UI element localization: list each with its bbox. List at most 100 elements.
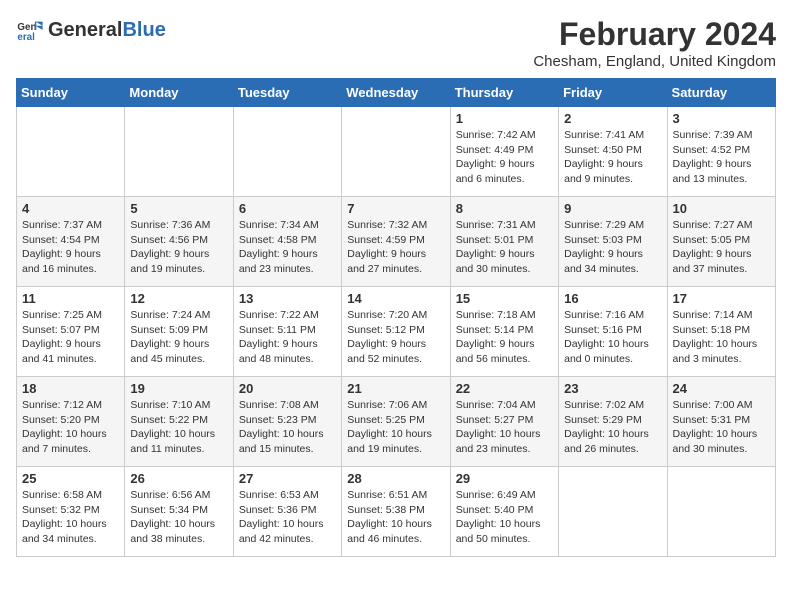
day-number: 8 xyxy=(456,201,553,216)
calendar-cell: 5 Sunrise: 7:36 AM Sunset: 4:56 PM Daylig… xyxy=(125,197,233,287)
week-row-4: 25 Sunrise: 6:58 AM Sunset: 5:32 PM Dayli… xyxy=(17,467,776,557)
calendar-cell: 1Sunrise: 7:42 AM Sunset: 4:49 PM Daylig… xyxy=(450,107,558,197)
calendar-cell: 9 Sunrise: 7:29 AM Sunset: 5:03 PM Daylig… xyxy=(559,197,667,287)
day-info: Sunrise: 6:49 AM Sunset: 5:40 PM Dayligh… xyxy=(456,488,553,547)
day-info: Sunrise: 6:58 AM Sunset: 5:32 PM Dayligh… xyxy=(22,488,119,547)
col-header-thursday: Thursday xyxy=(450,79,558,107)
calendar-cell: 27 Sunrise: 6:53 AM Sunset: 5:36 PM Dayli… xyxy=(233,467,341,557)
day-info: Sunrise: 7:39 AM Sunset: 4:52 PM Dayligh… xyxy=(673,128,770,187)
day-number: 25 xyxy=(22,471,119,486)
col-header-saturday: Saturday xyxy=(667,79,775,107)
day-info: Sunrise: 7:02 AM Sunset: 5:29 PM Dayligh… xyxy=(564,398,661,457)
calendar-cell: 15 Sunrise: 7:18 AM Sunset: 5:14 PM Dayli… xyxy=(450,287,558,377)
calendar-cell xyxy=(559,467,667,557)
calendar-cell: 24 Sunrise: 7:00 AM Sunset: 5:31 PM Dayli… xyxy=(667,377,775,467)
col-header-sunday: Sunday xyxy=(17,79,125,107)
calendar-cell: 28Sunrise: 6:51 AM Sunset: 5:38 PM Dayli… xyxy=(342,467,450,557)
day-info: Sunrise: 7:04 AM Sunset: 5:27 PM Dayligh… xyxy=(456,398,553,457)
day-info: Sunrise: 6:53 AM Sunset: 5:36 PM Dayligh… xyxy=(239,488,336,547)
calendar-table: SundayMondayTuesdayWednesdayThursdayFrid… xyxy=(16,78,776,557)
day-info: Sunrise: 7:16 AM Sunset: 5:16 PM Dayligh… xyxy=(564,308,661,367)
col-header-friday: Friday xyxy=(559,79,667,107)
day-info: Sunrise: 7:00 AM Sunset: 5:31 PM Dayligh… xyxy=(673,398,770,457)
day-number: 22 xyxy=(456,381,553,396)
day-number: 17 xyxy=(673,291,770,306)
calendar-cell: 25 Sunrise: 6:58 AM Sunset: 5:32 PM Dayli… xyxy=(17,467,125,557)
day-number: 20 xyxy=(239,381,336,396)
calendar-cell: 12 Sunrise: 7:24 AM Sunset: 5:09 PM Dayli… xyxy=(125,287,233,377)
day-info: Sunrise: 7:24 AM Sunset: 5:09 PM Dayligh… xyxy=(130,308,227,367)
calendar-cell xyxy=(17,107,125,197)
day-info: Sunrise: 7:18 AM Sunset: 5:14 PM Dayligh… xyxy=(456,308,553,367)
day-info: Sunrise: 7:14 AM Sunset: 5:18 PM Dayligh… xyxy=(673,308,770,367)
day-info: Sunrise: 7:31 AM Sunset: 5:01 PM Dayligh… xyxy=(456,218,553,277)
week-row-2: 11Sunrise: 7:25 AM Sunset: 5:07 PM Dayli… xyxy=(17,287,776,377)
calendar-cell: 6 Sunrise: 7:34 AM Sunset: 4:58 PM Daylig… xyxy=(233,197,341,287)
day-info: Sunrise: 7:27 AM Sunset: 5:05 PM Dayligh… xyxy=(673,218,770,277)
day-number: 24 xyxy=(673,381,770,396)
month-year: February 2024 xyxy=(533,16,776,53)
day-number: 5 xyxy=(130,201,227,216)
day-info: Sunrise: 7:06 AM Sunset: 5:25 PM Dayligh… xyxy=(347,398,444,457)
day-info: Sunrise: 7:22 AM Sunset: 5:11 PM Dayligh… xyxy=(239,308,336,367)
col-header-monday: Monday xyxy=(125,79,233,107)
day-info: Sunrise: 7:32 AM Sunset: 4:59 PM Dayligh… xyxy=(347,218,444,277)
logo-icon: Gen eral xyxy=(16,16,44,44)
header-row: SundayMondayTuesdayWednesdayThursdayFrid… xyxy=(17,79,776,107)
day-number: 1 xyxy=(456,111,553,126)
calendar-cell: 10 Sunrise: 7:27 AM Sunset: 5:05 PM Dayli… xyxy=(667,197,775,287)
day-info: Sunrise: 7:34 AM Sunset: 4:58 PM Dayligh… xyxy=(239,218,336,277)
week-row-0: 1Sunrise: 7:42 AM Sunset: 4:49 PM Daylig… xyxy=(17,107,776,197)
calendar-cell: 7Sunrise: 7:32 AM Sunset: 4:59 PM Daylig… xyxy=(342,197,450,287)
calendar-cell: 11Sunrise: 7:25 AM Sunset: 5:07 PM Dayli… xyxy=(17,287,125,377)
day-number: 27 xyxy=(239,471,336,486)
day-number: 3 xyxy=(673,111,770,126)
calendar-cell: 23 Sunrise: 7:02 AM Sunset: 5:29 PM Dayli… xyxy=(559,377,667,467)
calendar-cell: 3 Sunrise: 7:39 AM Sunset: 4:52 PM Daylig… xyxy=(667,107,775,197)
day-info: Sunrise: 6:56 AM Sunset: 5:34 PM Dayligh… xyxy=(130,488,227,547)
day-number: 13 xyxy=(239,291,336,306)
calendar-cell: 4 Sunrise: 7:37 AM Sunset: 4:54 PM Daylig… xyxy=(17,197,125,287)
day-info: Sunrise: 7:37 AM Sunset: 4:54 PM Dayligh… xyxy=(22,218,119,277)
day-info: Sunrise: 7:20 AM Sunset: 5:12 PM Dayligh… xyxy=(347,308,444,367)
col-header-tuesday: Tuesday xyxy=(233,79,341,107)
day-number: 19 xyxy=(130,381,227,396)
day-info: Sunrise: 7:36 AM Sunset: 4:56 PM Dayligh… xyxy=(130,218,227,277)
calendar-cell: 13 Sunrise: 7:22 AM Sunset: 5:11 PM Dayli… xyxy=(233,287,341,377)
calendar-cell: 22 Sunrise: 7:04 AM Sunset: 5:27 PM Dayli… xyxy=(450,377,558,467)
calendar-cell xyxy=(125,107,233,197)
day-number: 10 xyxy=(673,201,770,216)
calendar-cell: 19 Sunrise: 7:10 AM Sunset: 5:22 PM Dayli… xyxy=(125,377,233,467)
day-number: 12 xyxy=(130,291,227,306)
calendar-cell xyxy=(342,107,450,197)
day-number: 15 xyxy=(456,291,553,306)
calendar-cell xyxy=(233,107,341,197)
day-number: 9 xyxy=(564,201,661,216)
day-info: Sunrise: 7:29 AM Sunset: 5:03 PM Dayligh… xyxy=(564,218,661,277)
day-number: 23 xyxy=(564,381,661,396)
calendar-cell: 18Sunrise: 7:12 AM Sunset: 5:20 PM Dayli… xyxy=(17,377,125,467)
day-info: Sunrise: 7:10 AM Sunset: 5:22 PM Dayligh… xyxy=(130,398,227,457)
location: Chesham, England, United Kingdom xyxy=(533,53,776,70)
calendar-cell: 2 Sunrise: 7:41 AM Sunset: 4:50 PM Daylig… xyxy=(559,107,667,197)
calendar-cell xyxy=(667,467,775,557)
day-number: 26 xyxy=(130,471,227,486)
day-number: 18 xyxy=(22,381,119,396)
day-number: 16 xyxy=(564,291,661,306)
day-number: 29 xyxy=(456,471,553,486)
day-number: 28 xyxy=(347,471,444,486)
calendar-cell: 16 Sunrise: 7:16 AM Sunset: 5:16 PM Dayli… xyxy=(559,287,667,377)
day-number: 2 xyxy=(564,111,661,126)
calendar-cell: 17 Sunrise: 7:14 AM Sunset: 5:18 PM Dayli… xyxy=(667,287,775,377)
week-row-1: 4 Sunrise: 7:37 AM Sunset: 4:54 PM Daylig… xyxy=(17,197,776,287)
logo: Gen eral GeneralBlue xyxy=(16,16,166,44)
day-number: 4 xyxy=(22,201,119,216)
week-row-3: 18Sunrise: 7:12 AM Sunset: 5:20 PM Dayli… xyxy=(17,377,776,467)
day-number: 14 xyxy=(347,291,444,306)
day-number: 6 xyxy=(239,201,336,216)
calendar-cell: 26 Sunrise: 6:56 AM Sunset: 5:34 PM Dayli… xyxy=(125,467,233,557)
day-info: Sunrise: 7:08 AM Sunset: 5:23 PM Dayligh… xyxy=(239,398,336,457)
header: Gen eral GeneralBlue February 2024 Chesh… xyxy=(16,16,776,70)
day-info: Sunrise: 7:41 AM Sunset: 4:50 PM Dayligh… xyxy=(564,128,661,187)
day-info: Sunrise: 7:25 AM Sunset: 5:07 PM Dayligh… xyxy=(22,308,119,367)
